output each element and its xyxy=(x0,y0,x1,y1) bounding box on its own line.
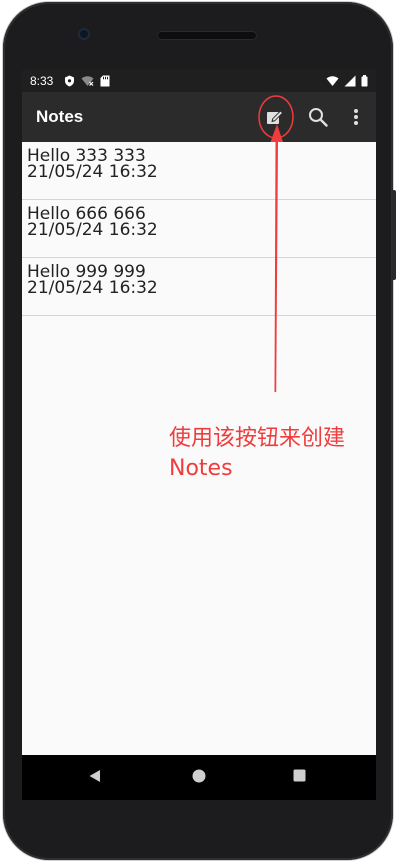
sd-card-icon xyxy=(100,75,110,87)
notes-list: Hello 333 333 21/05/24 16:32 Hello 666 6… xyxy=(22,142,376,316)
page: 8:33 Notes Hello 333 333 21/05/24 16:32 … xyxy=(0,0,403,864)
status-time: 8:33 xyxy=(30,74,54,88)
list-item[interactable]: Hello 333 333 21/05/24 16:32 xyxy=(22,142,376,200)
note-date: 21/05/24 16:32 xyxy=(27,278,158,298)
status-icons-left xyxy=(64,74,110,88)
back-button[interactable] xyxy=(88,769,102,788)
navigation-bar xyxy=(22,755,376,800)
overflow-menu-button[interactable] xyxy=(342,103,370,131)
earpiece-speaker xyxy=(157,31,257,40)
front-camera xyxy=(78,28,90,40)
list-item[interactable]: Hello 999 999 21/05/24 16:32 xyxy=(22,258,376,316)
wifi-off-icon xyxy=(81,76,94,86)
compose-note-button[interactable] xyxy=(261,103,289,131)
overflow-menu-icon xyxy=(354,109,358,125)
app-bar: Notes xyxy=(22,92,376,142)
wifi-icon xyxy=(326,76,339,86)
list-item[interactable]: Hello 666 666 21/05/24 16:32 xyxy=(22,200,376,258)
home-icon xyxy=(192,769,206,783)
status-icons-right xyxy=(326,74,368,88)
status-bar: 8:33 xyxy=(22,70,376,92)
home-button[interactable] xyxy=(192,769,206,788)
app-title: Notes xyxy=(36,107,84,126)
shield-icon xyxy=(65,75,74,87)
compose-icon xyxy=(267,110,284,124)
annotation-line-2: Notes xyxy=(169,456,233,481)
annotation-text: 使用该按钮来创建 Notes xyxy=(169,424,345,484)
annotation-line-1: 使用该按钮来创建 xyxy=(169,426,346,451)
battery-icon xyxy=(361,75,368,87)
screen: 8:33 Notes Hello 333 333 21/05/24 16:32 … xyxy=(22,70,376,755)
back-icon xyxy=(89,770,100,782)
search-icon xyxy=(309,108,328,127)
recents-button[interactable] xyxy=(293,769,306,787)
recents-icon xyxy=(293,769,306,782)
phone-side-button xyxy=(392,190,396,280)
search-button[interactable] xyxy=(304,103,332,131)
signal-icon xyxy=(344,75,356,87)
note-date: 21/05/24 16:32 xyxy=(27,220,158,240)
note-date: 21/05/24 16:32 xyxy=(27,162,158,182)
